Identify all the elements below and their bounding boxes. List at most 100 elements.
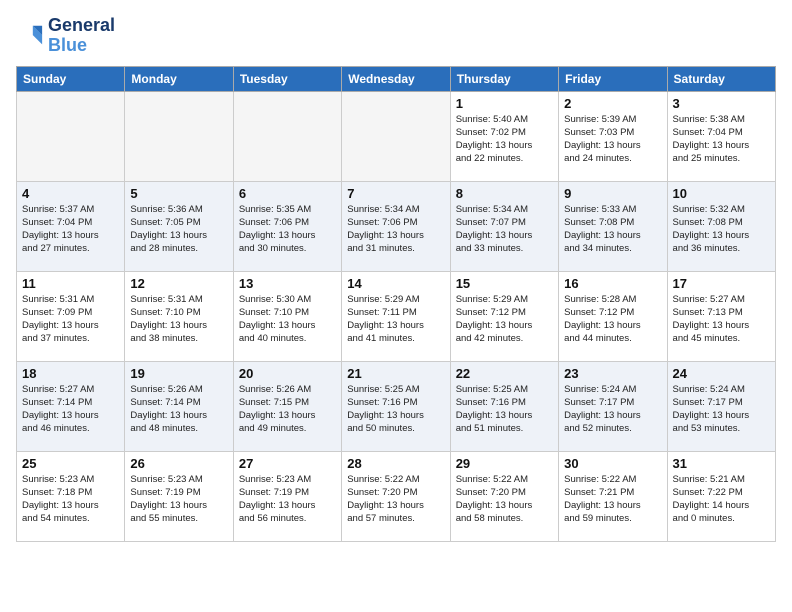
day-number: 7 — [347, 186, 444, 201]
day-info: Sunrise: 5:38 AM Sunset: 7:04 PM Dayligh… — [673, 113, 770, 166]
day-number: 14 — [347, 276, 444, 291]
day-number: 13 — [239, 276, 336, 291]
day-number: 29 — [456, 456, 553, 471]
day-number: 5 — [130, 186, 227, 201]
calendar-table: SundayMondayTuesdayWednesdayThursdayFrid… — [16, 66, 776, 542]
day-number: 6 — [239, 186, 336, 201]
day-cell-12: 12 Sunrise: 5:31 AM Sunset: 7:10 PM Dayli… — [125, 271, 233, 361]
day-info: Sunrise: 5:25 AM Sunset: 7:16 PM Dayligh… — [456, 383, 553, 436]
day-number: 24 — [673, 366, 770, 381]
day-number: 20 — [239, 366, 336, 381]
calendar-week-1: 1Sunrise: 5:40 AM Sunset: 7:02 PM Daylig… — [17, 91, 776, 181]
day-number: 30 — [564, 456, 661, 471]
day-number: 23 — [564, 366, 661, 381]
empty-cell — [125, 91, 233, 181]
day-number: 16 — [564, 276, 661, 291]
calendar-body: 1Sunrise: 5:40 AM Sunset: 7:02 PM Daylig… — [17, 91, 776, 541]
day-info: Sunrise: 5:36 AM Sunset: 7:05 PM Dayligh… — [130, 203, 227, 256]
empty-cell — [233, 91, 341, 181]
day-info: Sunrise: 5:23 AM Sunset: 7:18 PM Dayligh… — [22, 473, 119, 526]
day-number: 26 — [130, 456, 227, 471]
day-cell-19: 19 Sunrise: 5:26 AM Sunset: 7:14 PM Dayli… — [125, 361, 233, 451]
day-cell-30: 30 Sunrise: 5:22 AM Sunset: 7:21 PM Dayli… — [559, 451, 667, 541]
page-header: General Blue — [16, 16, 776, 56]
day-cell-28: 28Sunrise: 5:22 AM Sunset: 7:20 PM Dayli… — [342, 451, 450, 541]
day-info: Sunrise: 5:27 AM Sunset: 7:14 PM Dayligh… — [22, 383, 119, 436]
day-number: 1 — [456, 96, 553, 111]
day-number: 27 — [239, 456, 336, 471]
logo-icon — [16, 22, 44, 50]
day-number: 2 — [564, 96, 661, 111]
day-cell-29: 29 Sunrise: 5:22 AM Sunset: 7:20 PM Dayli… — [450, 451, 558, 541]
day-cell-16: 16 Sunrise: 5:28 AM Sunset: 7:12 PM Dayli… — [559, 271, 667, 361]
day-cell-18: 18 Sunrise: 5:27 AM Sunset: 7:14 PM Dayli… — [17, 361, 125, 451]
day-number: 21 — [347, 366, 444, 381]
day-number: 18 — [22, 366, 119, 381]
day-info: Sunrise: 5:21 AM Sunset: 7:22 PM Dayligh… — [673, 473, 770, 526]
day-cell-14: 14 Sunrise: 5:29 AM Sunset: 7:11 PM Dayli… — [342, 271, 450, 361]
dow-header-thursday: Thursday — [450, 66, 558, 91]
day-info: Sunrise: 5:24 AM Sunset: 7:17 PM Dayligh… — [673, 383, 770, 436]
day-info: Sunrise: 5:25 AM Sunset: 7:16 PM Dayligh… — [347, 383, 444, 436]
day-number: 11 — [22, 276, 119, 291]
day-info: Sunrise: 5:29 AM Sunset: 7:11 PM Dayligh… — [347, 293, 444, 346]
day-info: Sunrise: 5:24 AM Sunset: 7:17 PM Dayligh… — [564, 383, 661, 436]
day-info: Sunrise: 5:22 AM Sunset: 7:20 PM Dayligh… — [456, 473, 553, 526]
day-cell-13: 13 Sunrise: 5:30 AM Sunset: 7:10 PM Dayli… — [233, 271, 341, 361]
day-of-week-header: SundayMondayTuesdayWednesdayThursdayFrid… — [17, 66, 776, 91]
empty-cell — [342, 91, 450, 181]
day-info: Sunrise: 5:29 AM Sunset: 7:12 PM Dayligh… — [456, 293, 553, 346]
day-cell-21: 21 Sunrise: 5:25 AM Sunset: 7:16 PM Dayli… — [342, 361, 450, 451]
day-info: Sunrise: 5:39 AM Sunset: 7:03 PM Dayligh… — [564, 113, 661, 166]
day-info: Sunrise: 5:28 AM Sunset: 7:12 PM Dayligh… — [564, 293, 661, 346]
day-info: Sunrise: 5:30 AM Sunset: 7:10 PM Dayligh… — [239, 293, 336, 346]
day-cell-1: 1Sunrise: 5:40 AM Sunset: 7:02 PM Daylig… — [450, 91, 558, 181]
day-number: 25 — [22, 456, 119, 471]
day-cell-2: 2 Sunrise: 5:39 AM Sunset: 7:03 PM Daylig… — [559, 91, 667, 181]
day-cell-5: 5 Sunrise: 5:36 AM Sunset: 7:05 PM Daylig… — [125, 181, 233, 271]
day-number: 10 — [673, 186, 770, 201]
calendar-week-4: 18 Sunrise: 5:27 AM Sunset: 7:14 PM Dayli… — [17, 361, 776, 451]
day-info: Sunrise: 5:26 AM Sunset: 7:14 PM Dayligh… — [130, 383, 227, 436]
day-number: 28 — [347, 456, 444, 471]
empty-cell — [17, 91, 125, 181]
day-info: Sunrise: 5:23 AM Sunset: 7:19 PM Dayligh… — [239, 473, 336, 526]
day-number: 8 — [456, 186, 553, 201]
day-info: Sunrise: 5:23 AM Sunset: 7:19 PM Dayligh… — [130, 473, 227, 526]
day-cell-31: 31 Sunrise: 5:21 AM Sunset: 7:22 PM Dayli… — [667, 451, 775, 541]
day-info: Sunrise: 5:22 AM Sunset: 7:21 PM Dayligh… — [564, 473, 661, 526]
day-number: 12 — [130, 276, 227, 291]
day-number: 4 — [22, 186, 119, 201]
day-number: 9 — [564, 186, 661, 201]
day-cell-7: 7 Sunrise: 5:34 AM Sunset: 7:06 PM Daylig… — [342, 181, 450, 271]
day-info: Sunrise: 5:34 AM Sunset: 7:06 PM Dayligh… — [347, 203, 444, 256]
logo-text: General Blue — [48, 16, 115, 56]
day-cell-24: 24 Sunrise: 5:24 AM Sunset: 7:17 PM Dayli… — [667, 361, 775, 451]
calendar-week-2: 4 Sunrise: 5:37 AM Sunset: 7:04 PM Daylig… — [17, 181, 776, 271]
day-info: Sunrise: 5:37 AM Sunset: 7:04 PM Dayligh… — [22, 203, 119, 256]
calendar-week-3: 11 Sunrise: 5:31 AM Sunset: 7:09 PM Dayli… — [17, 271, 776, 361]
calendar-week-5: 25 Sunrise: 5:23 AM Sunset: 7:18 PM Dayli… — [17, 451, 776, 541]
dow-header-friday: Friday — [559, 66, 667, 91]
day-number: 15 — [456, 276, 553, 291]
dow-header-saturday: Saturday — [667, 66, 775, 91]
day-number: 19 — [130, 366, 227, 381]
day-cell-25: 25 Sunrise: 5:23 AM Sunset: 7:18 PM Dayli… — [17, 451, 125, 541]
day-info: Sunrise: 5:35 AM Sunset: 7:06 PM Dayligh… — [239, 203, 336, 256]
day-cell-15: 15 Sunrise: 5:29 AM Sunset: 7:12 PM Dayli… — [450, 271, 558, 361]
day-number: 31 — [673, 456, 770, 471]
day-number: 3 — [673, 96, 770, 111]
day-cell-22: 22Sunrise: 5:25 AM Sunset: 7:16 PM Dayli… — [450, 361, 558, 451]
day-cell-10: 10Sunrise: 5:32 AM Sunset: 7:08 PM Dayli… — [667, 181, 775, 271]
day-info: Sunrise: 5:31 AM Sunset: 7:09 PM Dayligh… — [22, 293, 119, 346]
day-cell-26: 26 Sunrise: 5:23 AM Sunset: 7:19 PM Dayli… — [125, 451, 233, 541]
day-cell-23: 23 Sunrise: 5:24 AM Sunset: 7:17 PM Dayli… — [559, 361, 667, 451]
dow-header-sunday: Sunday — [17, 66, 125, 91]
day-cell-11: 11 Sunrise: 5:31 AM Sunset: 7:09 PM Dayli… — [17, 271, 125, 361]
day-number: 17 — [673, 276, 770, 291]
day-cell-8: 8Sunrise: 5:34 AM Sunset: 7:07 PM Daylig… — [450, 181, 558, 271]
day-cell-27: 27 Sunrise: 5:23 AM Sunset: 7:19 PM Dayli… — [233, 451, 341, 541]
dow-header-tuesday: Tuesday — [233, 66, 341, 91]
logo: General Blue — [16, 16, 115, 56]
day-info: Sunrise: 5:31 AM Sunset: 7:10 PM Dayligh… — [130, 293, 227, 346]
